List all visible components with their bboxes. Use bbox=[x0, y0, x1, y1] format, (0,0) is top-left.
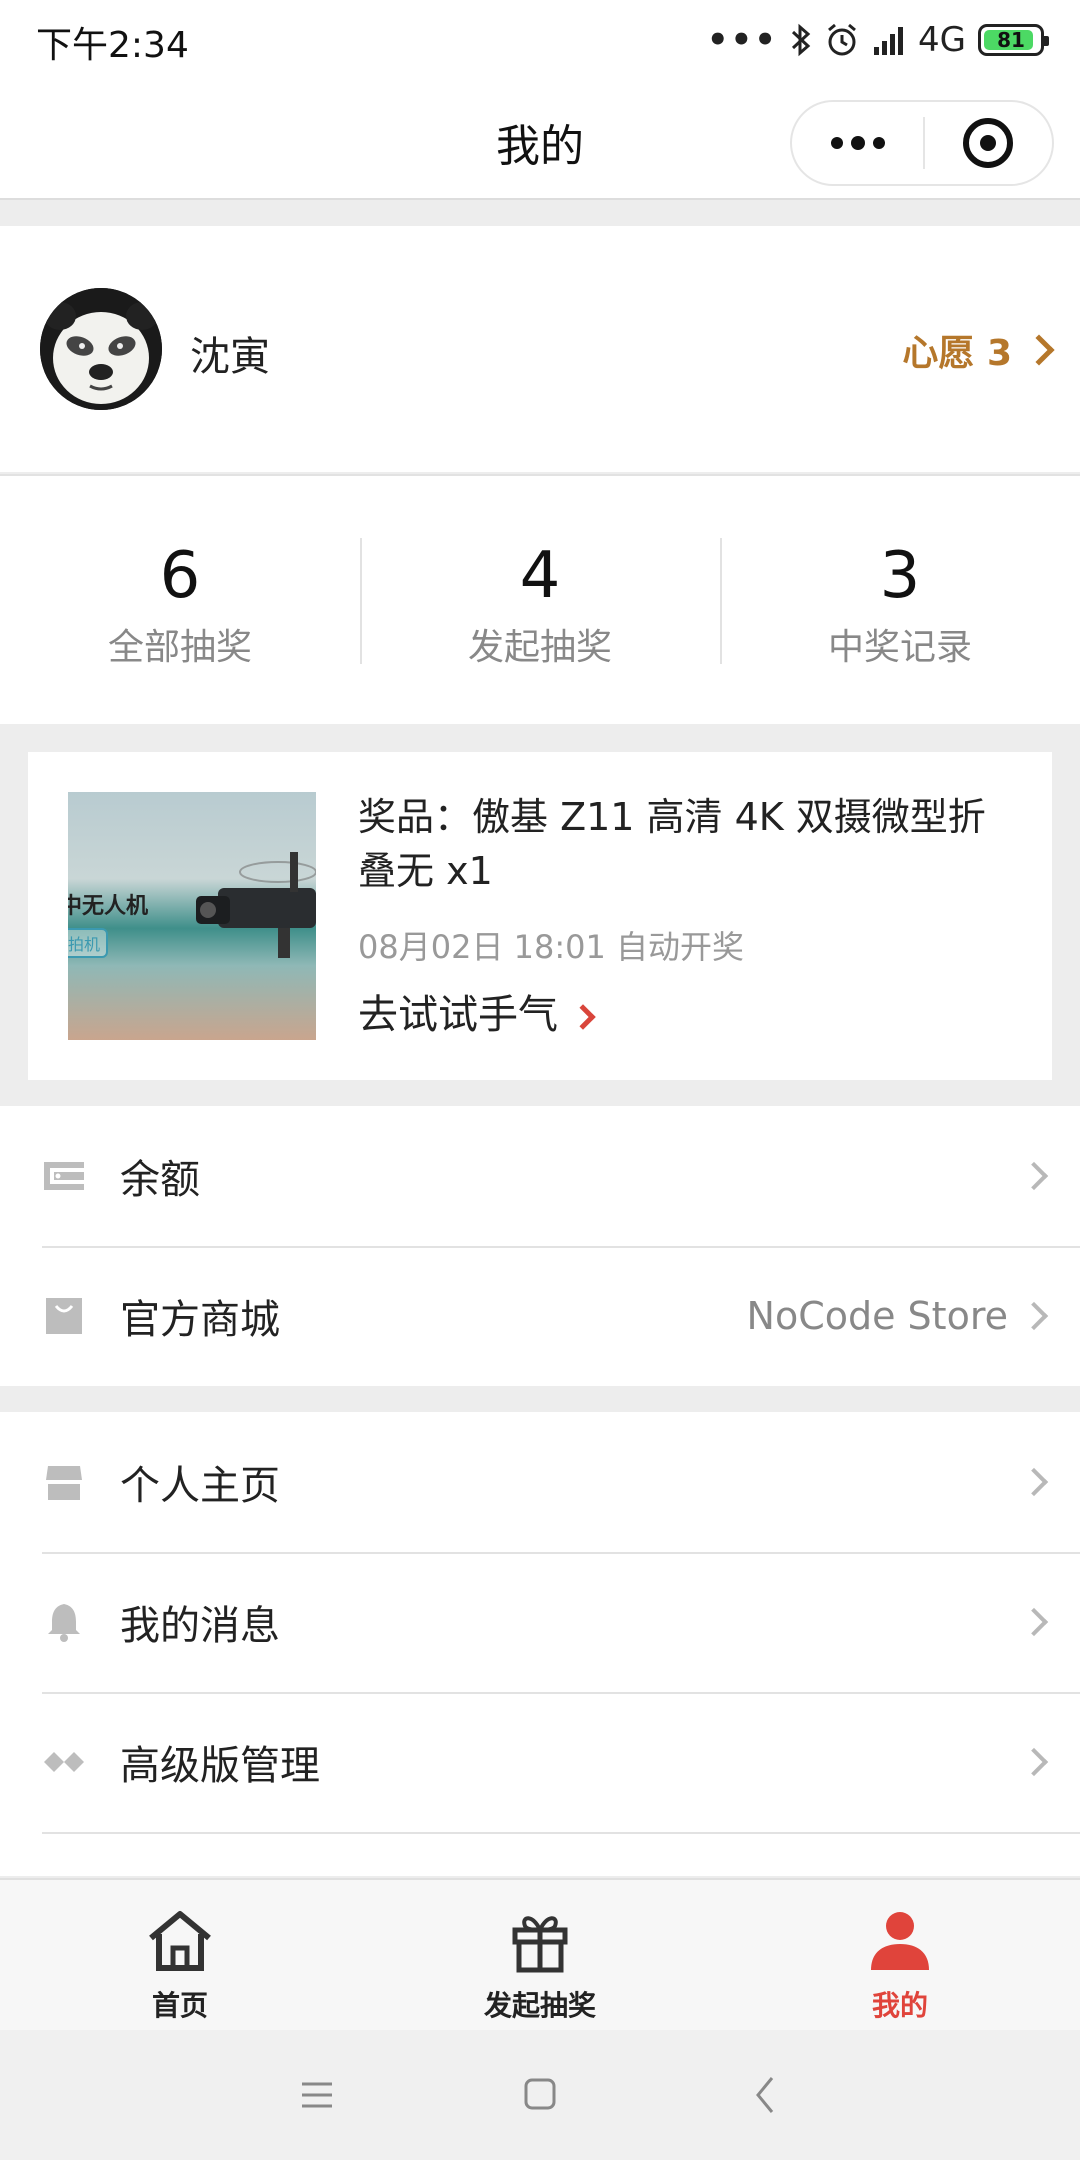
status-icons: ••• 4G 81 bbox=[706, 18, 1049, 62]
signal-icon bbox=[874, 27, 904, 55]
stat-winning-records[interactable]: 3 中奖记录 bbox=[720, 476, 1080, 724]
battery-icon: 81 bbox=[978, 24, 1049, 56]
prize-title: 奖品：傲基 Z11 高清 4K 双摄微型折叠无 x1 bbox=[358, 795, 986, 893]
stats-bar: 6 全部抽奖 4 发起抽奖 3 中奖记录 bbox=[0, 474, 1080, 724]
chevron-right-icon bbox=[1019, 1301, 1049, 1331]
close-mini-program-button[interactable] bbox=[925, 102, 1052, 184]
tab-start-lottery[interactable]: 发起抽奖 bbox=[360, 1880, 720, 2030]
stat-all-lotteries[interactable]: 6 全部抽奖 bbox=[0, 476, 360, 724]
chevron-right-icon bbox=[1019, 1607, 1049, 1637]
tab-label: 我的 bbox=[871, 1989, 928, 2022]
target-icon bbox=[963, 118, 1014, 168]
more-notifications-icon: ••• bbox=[706, 20, 779, 60]
gift-icon bbox=[512, 1916, 568, 1973]
wallet-icon bbox=[44, 1162, 84, 1190]
more-options-button[interactable] bbox=[792, 102, 923, 184]
menu-value: NoCode Store bbox=[746, 1294, 1008, 1338]
prize-image-tag: 拍机 bbox=[68, 928, 109, 958]
prize-section: 中无人机 拍机 奖品：傲基 Z11 高清 4K 双摄微型折叠无 x1 08月02… bbox=[0, 724, 1080, 1106]
menu-icon[interactable] bbox=[286, 2070, 346, 2120]
prize-image-caption: 中无人机 bbox=[68, 894, 149, 919]
menu-item-balance[interactable]: 余额 bbox=[0, 1106, 1080, 1246]
alarm-icon bbox=[828, 23, 856, 56]
stat-label: 全部抽奖 bbox=[107, 627, 252, 668]
try-luck-label: 去试试手气 bbox=[358, 992, 558, 1038]
avatar[interactable] bbox=[40, 288, 162, 410]
home-square-icon[interactable] bbox=[510, 2070, 570, 2120]
prize-draw-time: 08月02日 18:01 自动开奖 bbox=[358, 928, 745, 966]
prize-image: 中无人机 拍机 bbox=[68, 792, 316, 1040]
menu-item-premium-management[interactable]: 高级版管理 bbox=[0, 1692, 1080, 1832]
diamond-icon bbox=[44, 1752, 84, 1772]
system-navigation-bar bbox=[0, 2030, 1080, 2160]
profile-header: 沈寅 心愿 3 bbox=[0, 226, 1080, 472]
menu-label: 官方商城 bbox=[120, 1297, 280, 1343]
store-icon bbox=[46, 1466, 82, 1500]
network-type: 4G bbox=[918, 20, 966, 60]
stat-started-lotteries[interactable]: 4 发起抽奖 bbox=[360, 476, 720, 724]
stat-label: 发起抽奖 bbox=[467, 627, 612, 668]
nav-bar: 我的 bbox=[0, 80, 1080, 200]
menu-label: 高级版管理 bbox=[120, 1743, 320, 1789]
panda-avatar-icon bbox=[40, 288, 162, 410]
menu-item-official-store[interactable]: 官方商城 NoCode Store bbox=[0, 1246, 1080, 1386]
chevron-right-icon bbox=[1023, 334, 1055, 366]
tab-label: 发起抽奖 bbox=[483, 1989, 596, 2022]
battery-level: 81 bbox=[997, 28, 1025, 52]
chevron-right-icon bbox=[570, 1004, 596, 1030]
tab-mine[interactable]: 我的 bbox=[720, 1880, 1080, 2030]
stat-value: 3 bbox=[879, 539, 921, 613]
wishlist-link[interactable]: 心愿 3 bbox=[902, 324, 1055, 376]
back-icon[interactable] bbox=[736, 2070, 796, 2120]
username: 沈寅 bbox=[190, 334, 270, 380]
menu-divider-row bbox=[0, 1832, 1080, 1876]
menu-label: 余额 bbox=[120, 1157, 200, 1203]
bell-icon bbox=[48, 1604, 80, 1642]
try-luck-button[interactable]: 去试试手气 bbox=[358, 982, 596, 1040]
stat-value: 6 bbox=[159, 539, 201, 613]
tab-bar: 首页 发起抽奖 我的 bbox=[0, 1878, 1080, 2030]
user-icon bbox=[871, 1912, 929, 1970]
tab-label: 首页 bbox=[151, 1989, 208, 2022]
menu-group-wallet: 余额 官方商城 NoCode Store bbox=[0, 1106, 1080, 1386]
menu-label: 我的消息 bbox=[120, 1603, 280, 1649]
prize-card[interactable]: 中无人机 拍机 奖品：傲基 Z11 高清 4K 双摄微型折叠无 x1 08月02… bbox=[28, 752, 1052, 1080]
menu-item-personal-homepage[interactable]: 个人主页 bbox=[0, 1412, 1080, 1552]
wishlist-label: 心愿 3 bbox=[902, 333, 1012, 374]
tab-home[interactable]: 首页 bbox=[0, 1880, 360, 2030]
menu-item-my-messages[interactable]: 我的消息 bbox=[0, 1552, 1080, 1692]
stat-value: 4 bbox=[519, 539, 561, 613]
stat-label: 中奖记录 bbox=[827, 627, 972, 668]
status-time: 下午2:34 bbox=[36, 25, 189, 66]
mini-program-capsule bbox=[790, 100, 1054, 186]
bluetooth-icon bbox=[791, 23, 811, 57]
shopping-bag-icon bbox=[46, 1298, 82, 1334]
chevron-right-icon bbox=[1019, 1161, 1049, 1191]
home-icon bbox=[149, 1911, 211, 1971]
menu-group-account: 个人主页 我的消息 高级版管理 bbox=[0, 1412, 1080, 1876]
status-bar: 下午2:34 ••• 4G 81 bbox=[0, 0, 1080, 80]
chevron-right-icon bbox=[1019, 1467, 1049, 1497]
chevron-right-icon bbox=[1019, 1747, 1049, 1777]
menu-label: 个人主页 bbox=[120, 1463, 280, 1509]
